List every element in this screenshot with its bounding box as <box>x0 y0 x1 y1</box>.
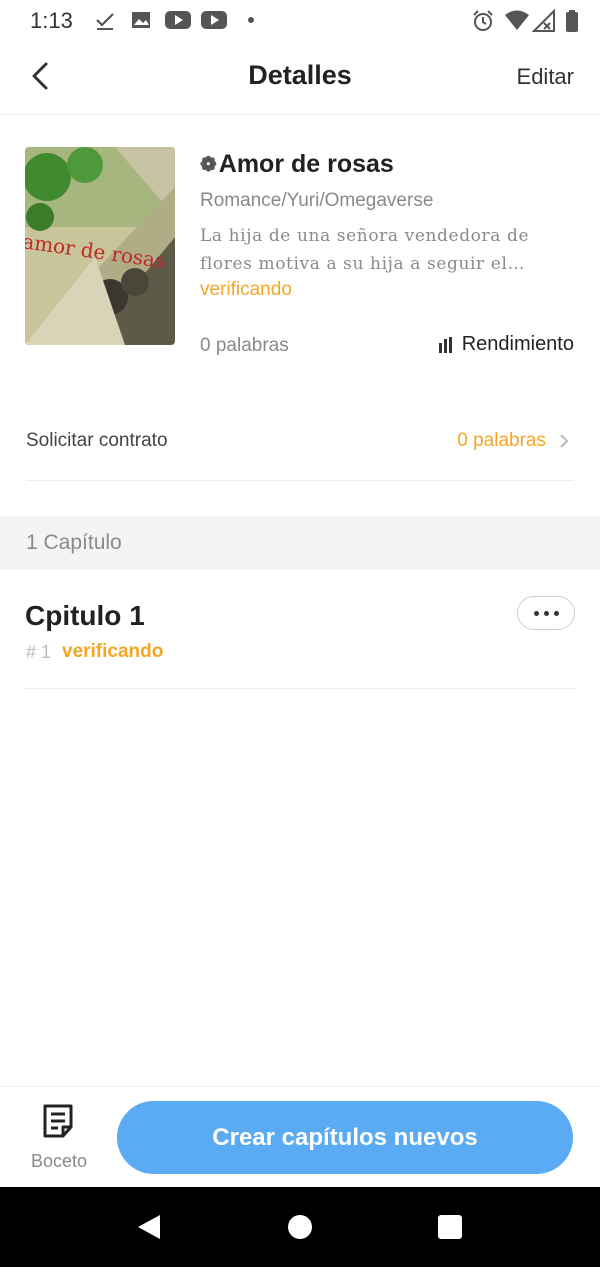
nav-back-icon[interactable] <box>136 1213 162 1241</box>
image-icon <box>132 12 150 28</box>
page-title: Detalles <box>248 60 352 90</box>
performance-button[interactable]: Rendimiento <box>438 333 574 356</box>
word-count: 0 palabras <box>200 335 289 356</box>
performance-label: Rendimiento <box>461 333 574 355</box>
synopsis-line: La hija de una señora vendedora de <box>200 226 530 246</box>
chevron-right-icon <box>560 434 569 448</box>
create-chapters-button[interactable]: Crear capítulos nuevos <box>117 1101 573 1174</box>
chapters-header: 1 Capítulo <box>0 516 600 570</box>
chapter-number: # 1 <box>26 642 52 662</box>
cover-artwork: amor de rosas <box>25 147 175 345</box>
more-dot-icon <box>553 610 559 616</box>
system-nav-bar <box>0 1187 600 1267</box>
draft-document-icon <box>43 1104 73 1138</box>
chapter-title: Cpitulo 1 <box>25 600 145 631</box>
edit-button[interactable]: Editar <box>517 64 574 90</box>
status-time: 1:13 <box>30 8 73 33</box>
battery-icon <box>566 10 578 32</box>
contract-label: Solicitar contrato <box>26 430 168 451</box>
chapter-status: verificando <box>62 641 164 662</box>
more-options-button[interactable] <box>517 596 575 630</box>
draft-label: Boceto <box>30 1151 88 1171</box>
book-status: verificando <box>200 279 292 300</box>
status-bar: 1:13 <box>0 0 600 42</box>
signal-icon <box>532 9 555 32</box>
book-genres: Romance/Yuri/Omegaverse <box>200 190 434 211</box>
flower-icon: ❁ <box>200 154 217 176</box>
draft-button[interactable]: Boceto <box>22 1103 96 1175</box>
chapters-count: 1 Capítulo <box>26 531 122 554</box>
app-header: Detalles Editar <box>0 42 600 115</box>
more-dot-icon <box>543 610 549 616</box>
bar-chart-icon <box>438 336 452 353</box>
alarm-icon <box>473 10 493 31</box>
nav-recents-icon[interactable] <box>438 1215 462 1239</box>
book-title-text: Amor de rosas <box>218 150 394 178</box>
bottom-action-bar: Boceto Crear capítulos nuevos <box>0 1086 600 1188</box>
book-title: ❁ Amor de rosas <box>200 150 394 179</box>
contract-value: 0 palabras <box>457 430 546 451</box>
book-cover-image[interactable]: amor de rosas <box>25 147 175 345</box>
chapter-item[interactable]: Cpitulo 1 # 1 verificando <box>25 590 575 689</box>
check-download-icon <box>96 13 114 30</box>
request-contract-row[interactable]: Solicitar contrato 0 palabras <box>26 412 574 481</box>
wifi-icon <box>505 10 529 30</box>
more-dot-icon <box>533 610 539 616</box>
dot-icon <box>248 17 254 23</box>
synopsis-line: flores motiva a su hija a seguir el… <box>200 254 526 274</box>
nav-home-icon[interactable] <box>288 1215 312 1239</box>
youtube-icon <box>201 11 227 29</box>
book-synopsis: La hija de una señora vendedora de flore… <box>200 222 578 278</box>
youtube-icon <box>165 11 191 29</box>
